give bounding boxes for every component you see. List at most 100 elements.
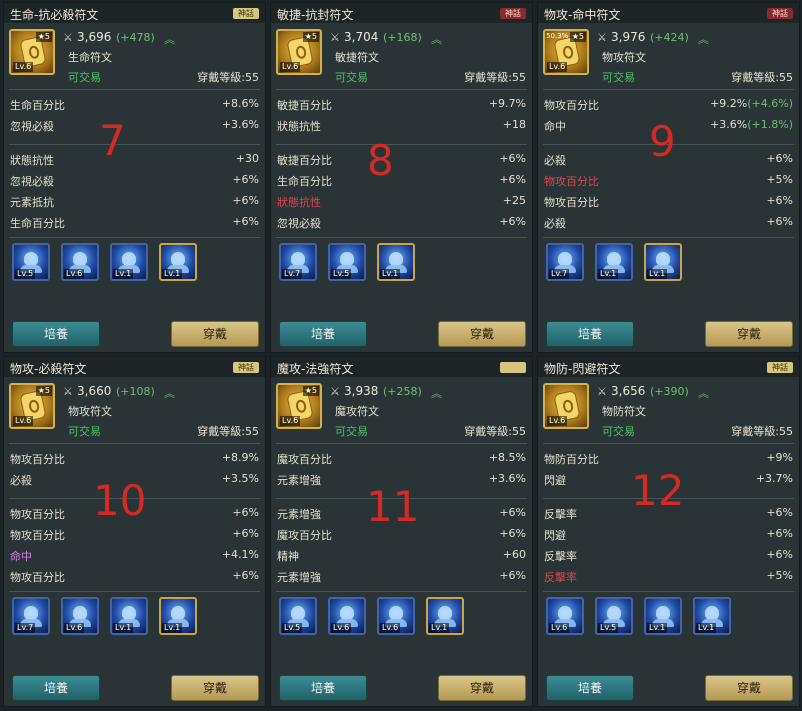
chevron-up-icon: ︽ xyxy=(164,387,175,400)
skill-icon[interactable]: Lv.1 xyxy=(644,243,682,281)
skill-level: Lv.1 xyxy=(113,269,134,279)
stat-value: +30 xyxy=(235,152,259,165)
skill-icon[interactable]: Lv.6 xyxy=(61,243,99,281)
stat-value-number: +3.7% xyxy=(755,472,793,485)
annotation-number: 11 xyxy=(366,482,420,531)
cultivate-button[interactable]: 培養 xyxy=(12,675,100,701)
star-rank: ★5 xyxy=(35,32,52,42)
skill-icon[interactable]: Lv.1 xyxy=(595,243,633,281)
grade-badge: 神話 xyxy=(500,8,526,19)
main-stat-row: 狀態抗性 +18 xyxy=(277,116,526,134)
skill-icon[interactable]: Lv.6 xyxy=(61,597,99,635)
stat-value-number: +8.6% xyxy=(221,97,259,110)
cat-silhouette-icon xyxy=(554,252,576,273)
equip-level: 穿戴等級:55 xyxy=(731,425,793,438)
chevron-up-icon: ︽ xyxy=(698,33,709,46)
skill-icon[interactable]: Lv.6 xyxy=(546,597,584,635)
rune-icon[interactable]: ★5 Lv.6 xyxy=(276,383,322,429)
rune-type: 物防符文 xyxy=(602,405,646,418)
skill-icon[interactable]: Lv.1 xyxy=(644,597,682,635)
cultivate-button[interactable]: 培養 xyxy=(279,321,367,347)
stat-name: 必殺 xyxy=(544,217,566,230)
skill-level: Lv.6 xyxy=(64,269,85,279)
skill-level: Lv.5 xyxy=(282,623,303,633)
stat-name: 物攻百分比 xyxy=(544,175,599,188)
skill-icon[interactable]: Lv.5 xyxy=(328,243,366,281)
equip-button[interactable]: 穿戴 xyxy=(171,321,259,347)
rune-icon[interactable]: ★5 Lv.6 xyxy=(276,29,322,75)
equip-button[interactable]: 穿戴 xyxy=(705,675,793,701)
skill-icon[interactable]: Lv.1 xyxy=(426,597,464,635)
tradeable-status: 可交易 xyxy=(602,71,635,84)
skill-icon[interactable]: Lv.6 xyxy=(377,597,415,635)
equip-button[interactable]: 穿戴 xyxy=(438,675,526,701)
skill-icon[interactable]: Lv.1 xyxy=(110,243,148,281)
skill-level: Lv.1 xyxy=(647,269,668,279)
annotation-number: 8 xyxy=(367,136,394,185)
equip-button[interactable]: 穿戴 xyxy=(705,321,793,347)
main-stat-row: 物防百分比 +9% xyxy=(544,449,793,467)
crossed-swords-icon: ⚔ xyxy=(330,385,340,398)
grade-badge: 神話 xyxy=(233,362,259,373)
sub-stat-row: 命中 +4.1% xyxy=(10,546,259,564)
stat-value-number: +8.9% xyxy=(221,451,259,464)
annotation-number: 9 xyxy=(649,117,676,166)
skill-icon[interactable]: Lv.5 xyxy=(279,597,317,635)
stat-name: 必殺 xyxy=(544,154,566,167)
stat-name: 反擊率 xyxy=(544,571,577,584)
skill-icon[interactable]: Lv.7 xyxy=(279,243,317,281)
skill-icon[interactable]: Lv.1 xyxy=(110,597,148,635)
chevron-up-icon: ︽ xyxy=(164,33,175,46)
skill-level: Lv.5 xyxy=(331,269,352,279)
stat-name: 閃避 xyxy=(544,529,566,542)
star-rank: ★5 xyxy=(302,32,319,42)
stat-name: 物攻百分比 xyxy=(10,529,65,542)
skill-level: Lv.7 xyxy=(15,623,36,633)
skill-icon[interactable]: Lv.1 xyxy=(159,243,197,281)
main-stat-row: 生命百分比 +8.6% xyxy=(10,95,259,113)
cultivate-button[interactable]: 培養 xyxy=(279,675,367,701)
annotation-number: 10 xyxy=(93,476,147,525)
stat-name: 魔攻百分比 xyxy=(277,529,332,542)
star-rank: ★5 xyxy=(302,386,319,396)
star-rank: ★5 xyxy=(569,32,586,42)
sub-stat-row: 閃避 +6% xyxy=(544,525,793,543)
stat-name: 精神 xyxy=(277,550,299,563)
rune-icon[interactable]: ★5 Lv.6 xyxy=(9,383,55,429)
stat-value: +5% xyxy=(766,569,793,582)
combat-power: 3,660 xyxy=(77,384,112,398)
cultivate-button[interactable]: 培養 xyxy=(546,675,634,701)
skill-icon[interactable]: Lv.7 xyxy=(546,243,584,281)
cat-silhouette-icon xyxy=(287,606,309,627)
chevron-up-icon: ︽ xyxy=(431,387,442,400)
stat-value: +6% xyxy=(232,215,259,228)
rune-icon[interactable]: ★5 Lv.6 xyxy=(9,29,55,75)
sub-stat-row: 狀態抗性 +25 xyxy=(277,192,526,210)
skill-level: Lv.7 xyxy=(549,269,570,279)
cat-silhouette-icon xyxy=(69,252,91,273)
equip-level: 穿戴等級:55 xyxy=(197,71,259,84)
rune-icon[interactable]: Lv.6 xyxy=(543,383,589,429)
combat-power: 3,656 xyxy=(611,384,646,398)
cultivate-button[interactable]: 培養 xyxy=(546,321,634,347)
skill-icon[interactable]: Lv.1 xyxy=(377,243,415,281)
equip-button[interactable]: 穿戴 xyxy=(171,675,259,701)
skill-level: Lv.5 xyxy=(598,623,619,633)
stat-value: +4.1% xyxy=(221,548,259,561)
skill-icon[interactable]: Lv.6 xyxy=(328,597,366,635)
cat-silhouette-icon xyxy=(118,252,140,273)
stat-value: +8.6% xyxy=(222,97,259,110)
stat-value: +6% xyxy=(499,506,526,519)
skill-icon[interactable]: Lv.5 xyxy=(595,597,633,635)
cultivate-button[interactable]: 培養 xyxy=(12,321,100,347)
skill-icon[interactable]: Lv.7 xyxy=(12,597,50,635)
skill-icon[interactable]: Lv.5 xyxy=(12,243,50,281)
skill-icon[interactable]: Lv.1 xyxy=(159,597,197,635)
equip-button[interactable]: 穿戴 xyxy=(438,321,526,347)
rune-icon[interactable]: ★5 50.3% Lv.6 xyxy=(543,29,589,75)
stat-value: +8.5% xyxy=(489,451,526,464)
combat-power: 3,938 xyxy=(344,384,379,398)
skill-icon[interactable]: Lv.1 xyxy=(693,597,731,635)
cat-silhouette-icon xyxy=(385,252,407,273)
skill-level: Lv.1 xyxy=(113,623,134,633)
